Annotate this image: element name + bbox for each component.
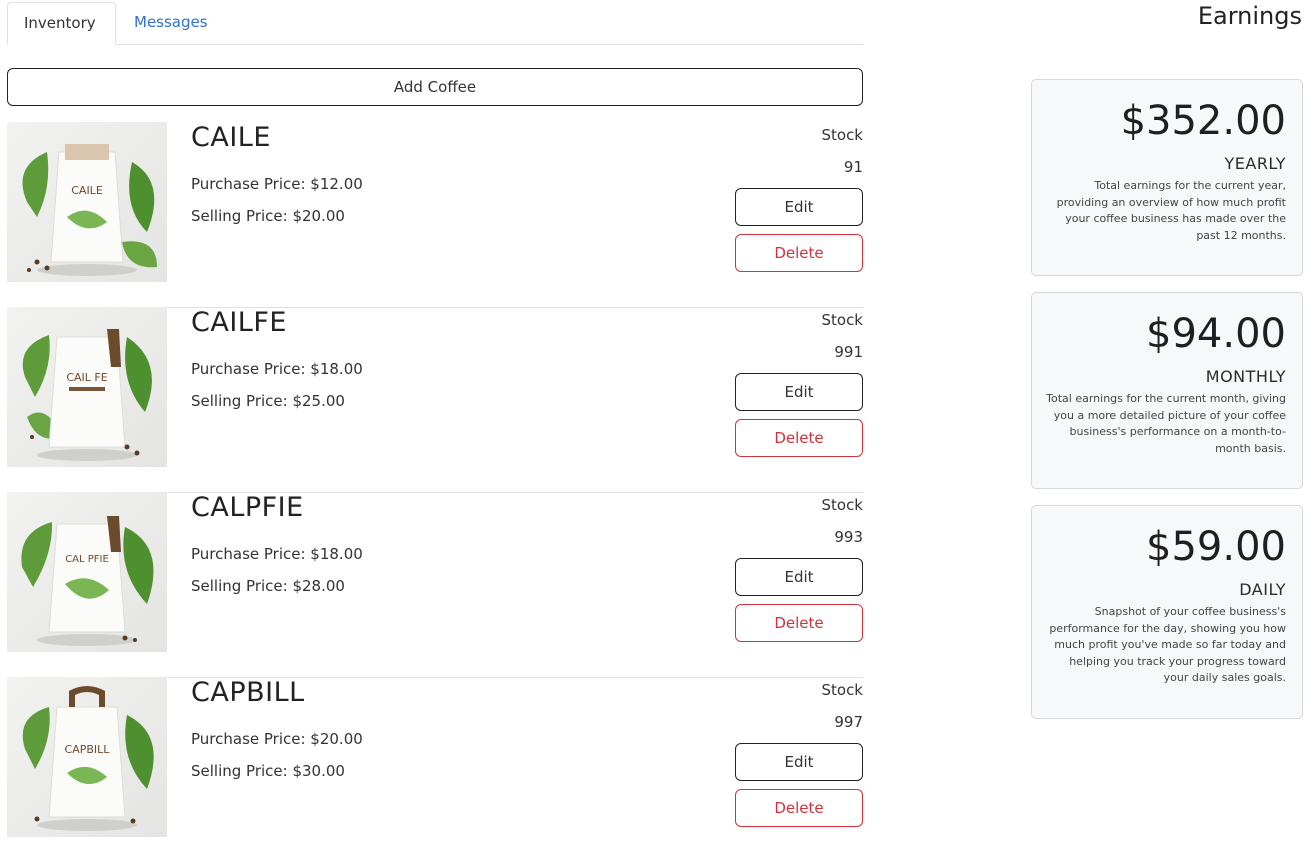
edit-button[interactable]: Edit — [735, 373, 863, 411]
product-name: CAILE — [191, 122, 271, 153]
stock-value: 991 — [834, 343, 863, 361]
earnings-period: MONTHLY — [1205, 367, 1286, 386]
delete-button[interactable]: Delete — [735, 789, 863, 827]
product-image: CAIL FE — [7, 307, 167, 467]
edit-button[interactable]: Edit — [735, 743, 863, 781]
product-name: CALPFIE — [191, 492, 304, 523]
earnings-description: Snapshot of your coffee business's perfo… — [1049, 605, 1286, 684]
product-name: CAPBILL — [191, 677, 305, 708]
product-name: CAILFE — [191, 307, 287, 338]
bag-label: CAIL FE — [66, 371, 107, 384]
delete-button[interactable]: Delete — [735, 604, 863, 642]
earnings-description: Total earnings for the current year, pro… — [1056, 179, 1286, 242]
stock-label: Stock — [821, 496, 863, 514]
product-image: CAILE — [7, 122, 167, 282]
earnings-card-monthly: $94.00 MONTHLY Total earnings for the cu… — [1031, 292, 1303, 489]
purchase-price: Purchase Price: $20.00 — [191, 730, 363, 748]
earnings-amount: $94.00 — [1146, 311, 1286, 357]
purchase-price: Purchase Price: $18.00 — [191, 545, 363, 563]
product-image: CAL PFIE — [7, 492, 167, 652]
edit-button[interactable]: Edit — [735, 188, 863, 226]
add-coffee-button[interactable]: Add Coffee — [7, 68, 863, 106]
bag-label: CAPBILL — [65, 743, 111, 756]
tab-messages[interactable]: Messages — [118, 2, 224, 44]
stock-label: Stock — [821, 126, 863, 144]
selling-price: Selling Price: $20.00 — [191, 207, 345, 225]
selling-price: Selling Price: $25.00 — [191, 392, 345, 410]
product-row: CAILE CAILE Purchase Price: $12.00 Selli… — [7, 122, 863, 308]
earnings-amount: $352.00 — [1120, 98, 1286, 144]
stock-label: Stock — [821, 681, 863, 699]
bag-label: CAILE — [71, 184, 103, 197]
delete-button[interactable]: Delete — [735, 419, 863, 457]
product-row: CAPBILL CAPBILL Purchase Price: $20.00 S… — [7, 677, 863, 862]
earnings-card-daily: $59.00 DAILY Snapshot of your coffee bus… — [1031, 505, 1303, 719]
purchase-price: Purchase Price: $18.00 — [191, 360, 363, 378]
delete-button[interactable]: Delete — [735, 234, 863, 272]
tab-bar: Inventory Messages — [7, 0, 863, 45]
tab-inventory[interactable]: Inventory — [7, 2, 116, 45]
product-image: CAPBILL — [7, 677, 167, 837]
bag-label: CAL PFIE — [65, 554, 109, 565]
product-row: CAIL FE CAILFE Purchase Price: $18.00 Se… — [7, 307, 863, 493]
earnings-amount: $59.00 — [1146, 524, 1286, 570]
earnings-title: Earnings — [1197, 2, 1302, 30]
earnings-description: Total earnings for the current month, gi… — [1046, 392, 1286, 455]
stock-value: 91 — [843, 158, 863, 176]
selling-price: Selling Price: $30.00 — [191, 762, 345, 780]
stock-label: Stock — [821, 311, 863, 329]
product-row: CAL PFIE CALPFIE Purchase Price: $18.00 … — [7, 492, 863, 678]
selling-price: Selling Price: $28.00 — [191, 577, 345, 595]
earnings-period: YEARLY — [1224, 154, 1286, 173]
earnings-period: DAILY — [1239, 580, 1286, 599]
stock-value: 997 — [834, 713, 863, 731]
earnings-card-yearly: $352.00 YEARLY Total earnings for the cu… — [1031, 79, 1303, 276]
edit-button[interactable]: Edit — [735, 558, 863, 596]
stock-value: 993 — [834, 528, 863, 546]
purchase-price: Purchase Price: $12.00 — [191, 175, 363, 193]
